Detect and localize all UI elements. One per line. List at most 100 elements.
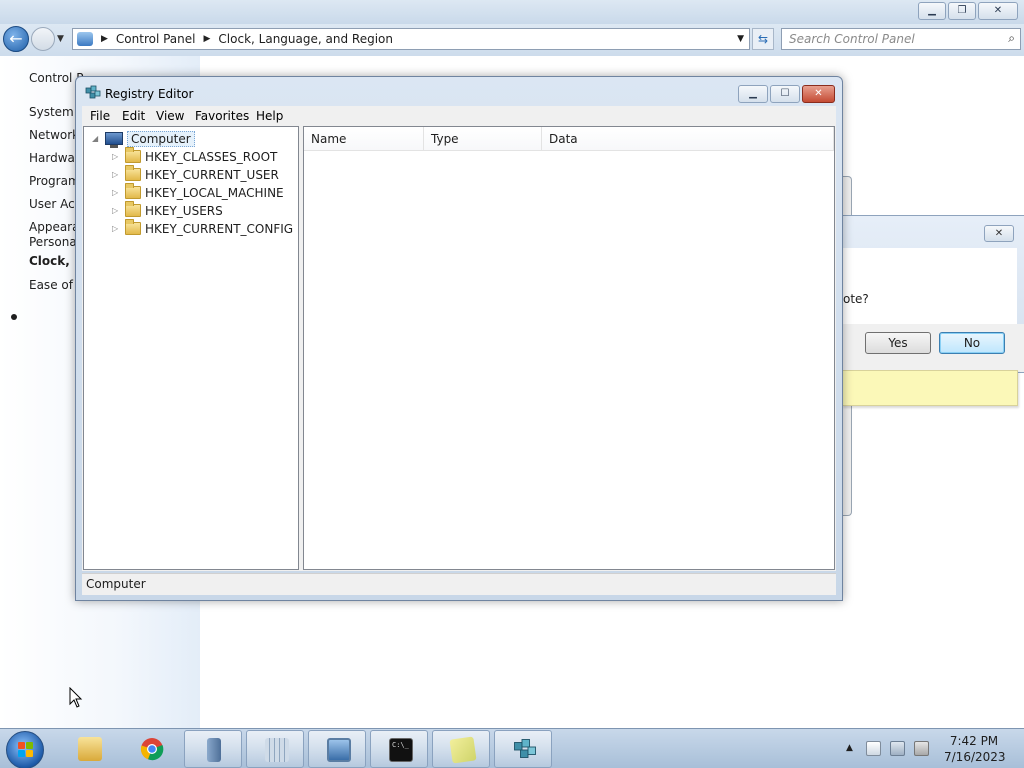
taskbar-registry-editor[interactable] — [494, 730, 552, 768]
folder-icon — [125, 219, 141, 235]
control-panel-navbar: ← ▼ ▶ Control Panel ▶ Clock, Language, a… — [0, 24, 1024, 56]
close-button[interactable]: ✕ — [978, 2, 1018, 20]
tree-label[interactable]: HKEY_CURRENT_CONFIG — [145, 222, 293, 236]
key-tree[interactable]: ◢ Computer ▷ HKEY_CLASSES_ROOT ▷ HKEY_CU… — [83, 126, 299, 570]
folder-icon — [125, 183, 141, 199]
status-bar: Computer — [82, 573, 836, 595]
taskbar-chrome[interactable] — [122, 730, 180, 768]
sidebar-item-network[interactable]: Network — [29, 128, 79, 142]
chevron-right-icon[interactable]: ▶ — [101, 34, 108, 44]
sidebar-item-user-accounts[interactable]: User Acc — [29, 197, 81, 211]
values-list[interactable]: Name Type Data — [303, 126, 835, 570]
network-icon[interactable] — [890, 741, 905, 756]
tree-node-hkey-current-config[interactable]: ▷ HKEY_CURRENT_CONFIG — [112, 219, 293, 237]
expand-icon[interactable]: ▷ — [112, 188, 122, 197]
folder-icon — [78, 737, 102, 761]
arrow-left-icon: ← — [9, 29, 23, 48]
registry-editor-icon — [514, 739, 536, 758]
computer-icon — [105, 132, 123, 148]
terminal-icon: C:\_ — [389, 738, 413, 762]
server-icon — [207, 738, 221, 762]
menu-file[interactable]: File — [90, 109, 110, 123]
breadcrumb-control-panel[interactable]: Control Panel — [116, 32, 196, 46]
control-panel-icon — [77, 32, 93, 46]
taskbar-command-prompt[interactable]: C:\_ — [370, 730, 428, 768]
minimize-button[interactable]: ▁ — [738, 85, 768, 103]
tree-node-hkey-local-machine[interactable]: ▷ HKEY_LOCAL_MACHINE — [112, 183, 284, 201]
no-button[interactable]: No — [939, 332, 1005, 354]
registry-editor-client: ◢ Computer ▷ HKEY_CLASSES_ROOT ▷ HKEY_CU… — [82, 125, 836, 571]
tree-node-hkey-current-user[interactable]: ▷ HKEY_CURRENT_USER — [112, 165, 279, 183]
dialog-message: ote? — [843, 292, 869, 306]
menu-bar: File Edit View Favorites Help — [82, 106, 836, 126]
taskbar-task-scheduler[interactable] — [246, 730, 304, 768]
sticky-note[interactable] — [842, 370, 1018, 406]
column-header-type[interactable]: Type — [424, 127, 542, 151]
sticky-notes-icon — [449, 736, 477, 764]
clock-date: 7/16/2023 — [944, 750, 1006, 764]
tree-label[interactable]: HKEY_USERS — [145, 204, 223, 218]
registry-editor-caption-buttons: ▁ ☐ ✕ — [738, 85, 835, 103]
registry-editor-window: Registry Editor ▁ ☐ ✕ File Edit View Fav… — [75, 76, 843, 601]
menu-edit[interactable]: Edit — [122, 109, 145, 123]
column-header-data[interactable]: Data — [542, 127, 834, 151]
expand-icon[interactable]: ▷ — [112, 206, 122, 215]
chevron-right-icon[interactable]: ▶ — [204, 34, 211, 44]
taskbar-sticky-notes[interactable] — [432, 730, 490, 768]
yes-button[interactable]: Yes — [865, 332, 931, 354]
expand-icon[interactable]: ▷ — [112, 152, 122, 161]
close-button[interactable]: ✕ — [802, 85, 835, 103]
refresh-icon: ⇆ — [757, 32, 769, 46]
forward-button[interactable] — [31, 27, 55, 51]
system-clock[interactable]: 7:42 PM 7/16/2023 — [944, 733, 1006, 765]
minimize-button[interactable]: ▁ — [918, 2, 946, 20]
breadcrumb-clock-language-region[interactable]: Clock, Language, and Region — [218, 32, 393, 46]
window-title: Registry Editor — [105, 87, 194, 101]
tree-node-hkey-classes-root[interactable]: ▷ HKEY_CLASSES_ROOT — [112, 147, 277, 165]
tree-label[interactable]: HKEY_CLASSES_ROOT — [145, 150, 277, 164]
windows-logo-icon — [18, 742, 34, 758]
search-input[interactable]: Search Control Panel ⌕ — [781, 28, 1021, 50]
expand-icon[interactable]: ▷ — [112, 224, 122, 233]
column-header-name[interactable]: Name — [304, 127, 424, 151]
tree-node-computer[interactable]: ◢ Computer — [92, 130, 195, 148]
taskbar: C:\_ ▲ 7:42 PM 7/16/2023 — [0, 728, 1024, 768]
remote-desktop-icon — [327, 738, 351, 762]
dialog-close-button[interactable]: ✕ — [984, 225, 1014, 242]
sidebar-item-personalization[interactable]: Personal — [29, 235, 80, 249]
sidebar-item-hardware[interactable]: Hardwar — [29, 151, 80, 165]
start-button[interactable] — [6, 731, 44, 768]
registry-editor-icon — [85, 85, 101, 99]
restore-button[interactable]: ❐ — [948, 2, 976, 20]
taskbar-server-manager[interactable] — [184, 730, 242, 768]
dialog-footer: Yes No — [843, 324, 1024, 372]
show-hidden-icons-chevron-up-icon[interactable]: ▲ — [846, 743, 853, 753]
menu-help[interactable]: Help — [256, 109, 283, 123]
search-icon[interactable]: ⌕ — [1008, 31, 1015, 46]
chrome-icon — [140, 738, 164, 761]
address-bar[interactable]: ▶ Control Panel ▶ Clock, Language, and R… — [72, 28, 750, 50]
folder-icon — [125, 201, 141, 217]
collapse-icon[interactable]: ◢ — [92, 134, 102, 143]
taskbar-remote-desktop[interactable] — [308, 730, 366, 768]
sidebar-item-programs[interactable]: Program — [29, 174, 80, 188]
taskbar-file-explorer[interactable] — [60, 730, 118, 768]
control-panel-caption-buttons: ▁ ❐ ✕ — [918, 2, 1018, 20]
tree-label-computer[interactable]: Computer — [127, 130, 195, 147]
back-button[interactable]: ← — [3, 26, 29, 52]
expand-icon[interactable]: ▷ — [112, 170, 122, 179]
tree-node-hkey-users[interactable]: ▷ HKEY_USERS — [112, 201, 223, 219]
refresh-button[interactable]: ⇆ — [752, 28, 774, 50]
tree-label[interactable]: HKEY_CURRENT_USER — [145, 168, 279, 182]
folder-icon — [125, 147, 141, 163]
tree-label[interactable]: HKEY_LOCAL_MACHINE — [145, 186, 284, 200]
maximize-button[interactable]: ☐ — [770, 85, 800, 103]
menu-favorites[interactable]: Favorites — [195, 109, 249, 123]
folder-icon — [125, 165, 141, 181]
menu-view[interactable]: View — [156, 109, 184, 123]
recent-pages-dropdown[interactable]: ▼ — [57, 34, 64, 44]
action-center-flag-icon[interactable] — [866, 741, 881, 756]
chevron-down-icon[interactable]: ▼ — [737, 34, 744, 44]
volume-muted-icon[interactable] — [914, 741, 929, 756]
confirm-dialog: ✕ ote? Yes No — [842, 215, 1024, 373]
